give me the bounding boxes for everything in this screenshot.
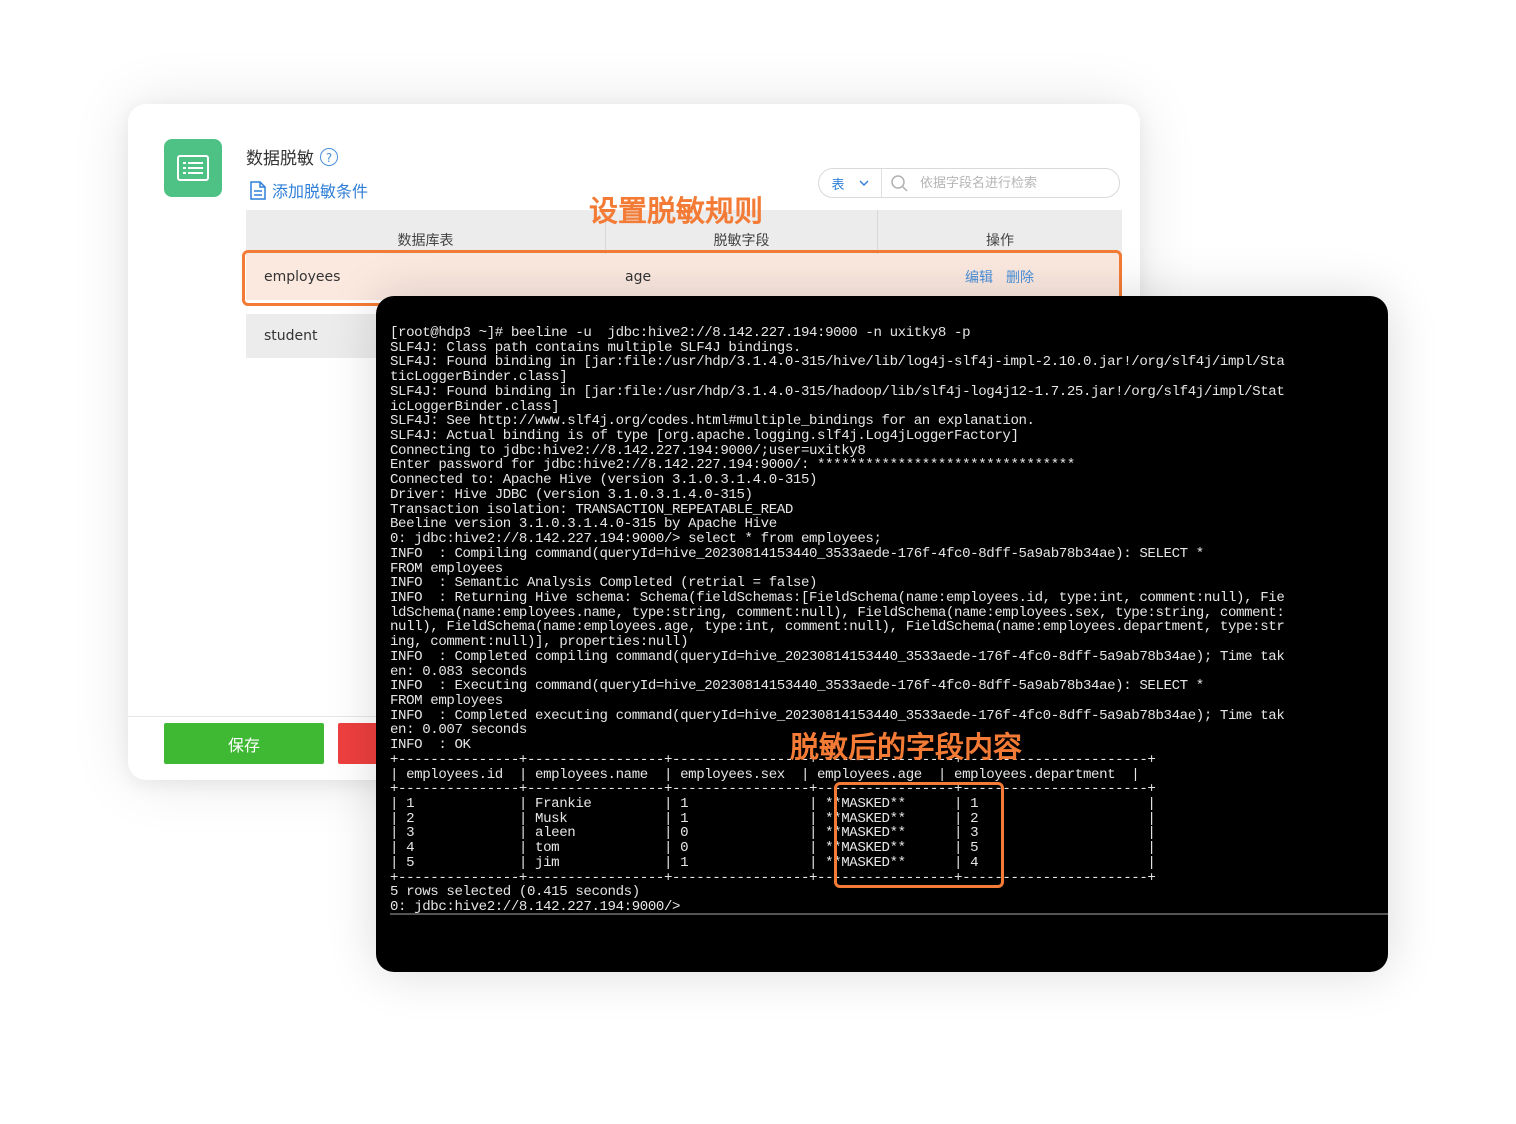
terminal-line: [root@hdp3 ~]# beeline -u jdbc:hive2://8… bbox=[390, 325, 971, 341]
terminal-line: icLoggerBinder.class] bbox=[390, 398, 560, 415]
terminal-line: FROM employees bbox=[390, 692, 503, 709]
help-icon[interactable]: ? bbox=[320, 147, 338, 166]
list-icon bbox=[164, 139, 222, 197]
terminal-line: Connecting to jdbc:hive2://8.142.227.194… bbox=[390, 442, 866, 459]
column-header-table: 数据库表 bbox=[246, 210, 606, 254]
terminal-line: Enter password for jdbc:hive2://8.142.22… bbox=[390, 457, 1075, 474]
save-button[interactable]: 保存 bbox=[164, 723, 324, 764]
panel-title-text: 数据脱敏 bbox=[246, 149, 314, 169]
panel-title: 数据脱敏 ? bbox=[246, 144, 338, 169]
column-header-actions: 操作 bbox=[986, 233, 1014, 249]
terminal-line: Connected to: Apache Hive (version 3.1.0… bbox=[390, 472, 818, 489]
footer-divider bbox=[128, 716, 376, 717]
terminal-line: 0: jdbc:hive2://8.142.227.194:9000/> sel… bbox=[390, 531, 882, 548]
document-icon bbox=[250, 180, 266, 200]
annotation-set-rule: 设置脱敏规则 bbox=[589, 194, 764, 228]
terminal-line: Beeline version 3.1.0.3.1.4.0-315 by Apa… bbox=[390, 516, 777, 533]
row-table-name: student bbox=[264, 328, 318, 344]
terminal-line: INFO : Completed compiling command(query… bbox=[390, 648, 1285, 665]
terminal-line: ing, comment:null)], properties:null) bbox=[390, 634, 689, 651]
search-type-value: 表 bbox=[831, 177, 845, 193]
search-box: 表 bbox=[818, 168, 1120, 198]
terminal-line: en: 0.083 seconds bbox=[390, 663, 527, 680]
table-row: student bbox=[246, 314, 386, 358]
terminal-line: INFO : Returning Hive schema: Schema(fie… bbox=[390, 589, 1285, 606]
terminal-line: FROM employees bbox=[390, 560, 503, 577]
terminal-line: SLF4J: See http://www.slf4j.org/codes.ht… bbox=[390, 413, 1035, 430]
terminal-line: | employees.id | employees.name | employ… bbox=[390, 766, 1140, 783]
add-condition-label: 添加脱敏条件 bbox=[272, 182, 369, 201]
terminal-line: INFO : Executing command(queryId=hive_20… bbox=[390, 678, 1204, 695]
terminal-line: SLF4J: Found binding in [jar:file:/usr/h… bbox=[390, 354, 1285, 371]
highlight-masked-column bbox=[834, 782, 1004, 888]
terminal-line: Transaction isolation: TRANSACTION_REPEA… bbox=[390, 501, 793, 518]
terminal-line: INFO : Compiling command(queryId=hive_20… bbox=[390, 545, 1204, 562]
terminal-line: ldSchema(name:employees.name, type:strin… bbox=[390, 604, 1285, 621]
annotation-masked-result: 脱敏后的字段内容 bbox=[790, 730, 1023, 764]
terminal-line: null), FieldSchema(name:employees.age, t… bbox=[390, 619, 1285, 636]
chevron-down-icon bbox=[859, 180, 868, 186]
terminal-line: Driver: Hive JDBC (version 3.1.0.3.1.4.0… bbox=[390, 486, 753, 503]
terminal-line: INFO : Completed executing command(query… bbox=[390, 707, 1285, 724]
cancel-button[interactable] bbox=[338, 723, 378, 764]
terminal-scrollbar[interactable] bbox=[390, 913, 1388, 915]
terminal-line: SLF4J: Class path contains multiple SLF4… bbox=[390, 339, 801, 356]
terminal-line: ticLoggerBinder.class] bbox=[390, 369, 568, 386]
terminal-line: SLF4J: Found binding in [jar:file:/usr/h… bbox=[390, 383, 1285, 400]
search-type-select[interactable]: 表 bbox=[819, 169, 882, 197]
search-icon bbox=[891, 175, 908, 192]
terminal-line: SLF4J: Actual binding is of type [org.ap… bbox=[390, 428, 1019, 445]
terminal-line: INFO : Semantic Analysis Completed (retr… bbox=[390, 575, 818, 592]
search-input[interactable] bbox=[916, 170, 1119, 196]
add-condition-link[interactable]: 添加脱敏条件 bbox=[250, 178, 368, 202]
